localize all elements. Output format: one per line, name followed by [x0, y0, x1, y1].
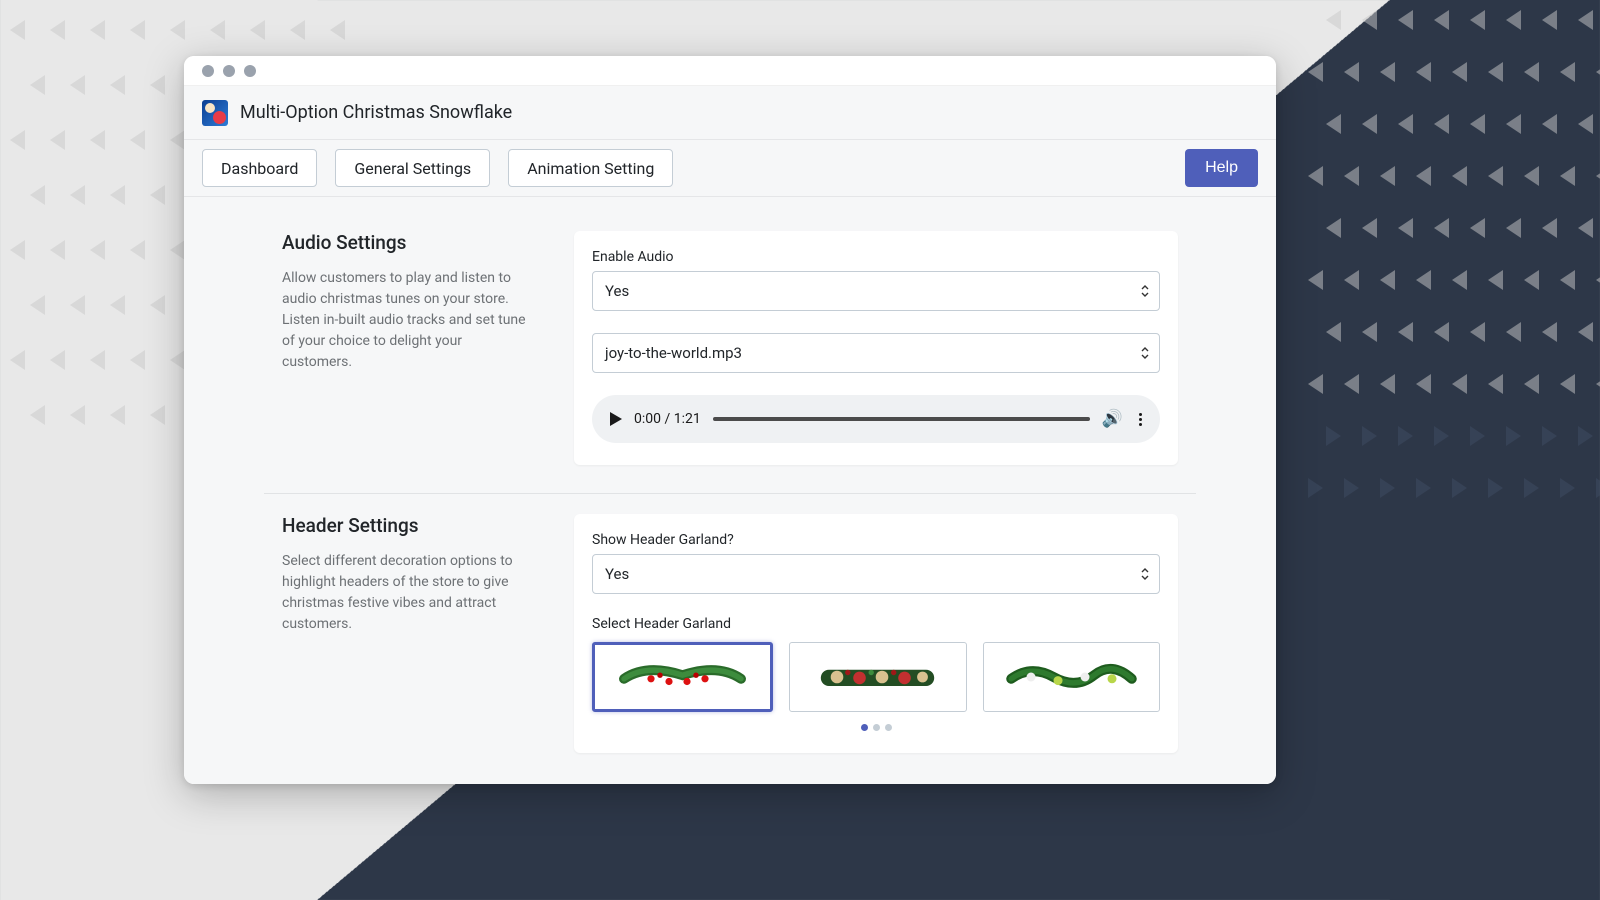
- show-garland-label: Show Header Garland?: [592, 532, 1160, 548]
- pagination-dot[interactable]: [861, 724, 868, 731]
- header-card: Show Header Garland? Yes Select Header G…: [574, 514, 1178, 753]
- section-title: Audio Settings: [282, 231, 532, 254]
- audio-seek-slider[interactable]: [713, 417, 1090, 421]
- section-description: Allow customers to play and listen to au…: [282, 268, 532, 373]
- section-description: Select different decoration options to h…: [282, 551, 532, 635]
- header-settings-section: Header Settings Select different decorat…: [264, 493, 1196, 781]
- content-area: Audio Settings Allow customers to play a…: [184, 197, 1276, 784]
- help-button[interactable]: Help: [1185, 149, 1258, 187]
- app-logo-icon: [202, 100, 228, 126]
- window-dot[interactable]: [202, 65, 214, 77]
- pagination-dot[interactable]: [873, 724, 880, 731]
- garland-art-icon: [997, 659, 1146, 695]
- garland-option-1[interactable]: [592, 642, 773, 712]
- audio-time: 0:00 / 1:21: [634, 411, 701, 427]
- animation-setting-tab[interactable]: Animation Setting: [508, 149, 673, 187]
- general-settings-tab[interactable]: General Settings: [335, 149, 490, 187]
- dashboard-tab[interactable]: Dashboard: [202, 149, 317, 187]
- garland-pagination: [592, 724, 1160, 731]
- garland-option-2[interactable]: [789, 642, 966, 712]
- enable-audio-select[interactable]: Yes: [592, 271, 1160, 311]
- pagination-dot[interactable]: [885, 724, 892, 731]
- audio-settings-section: Audio Settings Allow customers to play a…: [264, 211, 1196, 493]
- kebab-menu-icon[interactable]: [1135, 413, 1146, 426]
- play-icon[interactable]: [610, 412, 622, 426]
- garland-art-icon: [608, 659, 757, 695]
- garland-options: [592, 642, 1160, 712]
- nav-bar: Dashboard General Settings Animation Set…: [184, 140, 1276, 197]
- garland-art-icon: [803, 659, 952, 695]
- app-window: Multi-Option Christmas Snowflake Dashboa…: [184, 56, 1276, 784]
- window-dot[interactable]: [223, 65, 235, 77]
- audio-track-select[interactable]: joy-to-the-world.mp3: [592, 333, 1160, 373]
- show-garland-select[interactable]: Yes: [592, 554, 1160, 594]
- window-dot[interactable]: [244, 65, 256, 77]
- section-title: Header Settings: [282, 514, 532, 537]
- garland-option-3[interactable]: [983, 642, 1160, 712]
- window-titlebar: [184, 56, 1276, 86]
- app-title: Multi-Option Christmas Snowflake: [240, 102, 512, 123]
- audio-player: 0:00 / 1:21 🔊: [592, 395, 1160, 443]
- select-garland-label: Select Header Garland: [592, 616, 1160, 632]
- audio-card: Enable Audio Yes joy-to-the-world.mp3: [574, 231, 1178, 465]
- enable-audio-label: Enable Audio: [592, 249, 1160, 265]
- volume-icon[interactable]: 🔊: [1102, 409, 1123, 429]
- app-header: Multi-Option Christmas Snowflake: [184, 86, 1276, 140]
